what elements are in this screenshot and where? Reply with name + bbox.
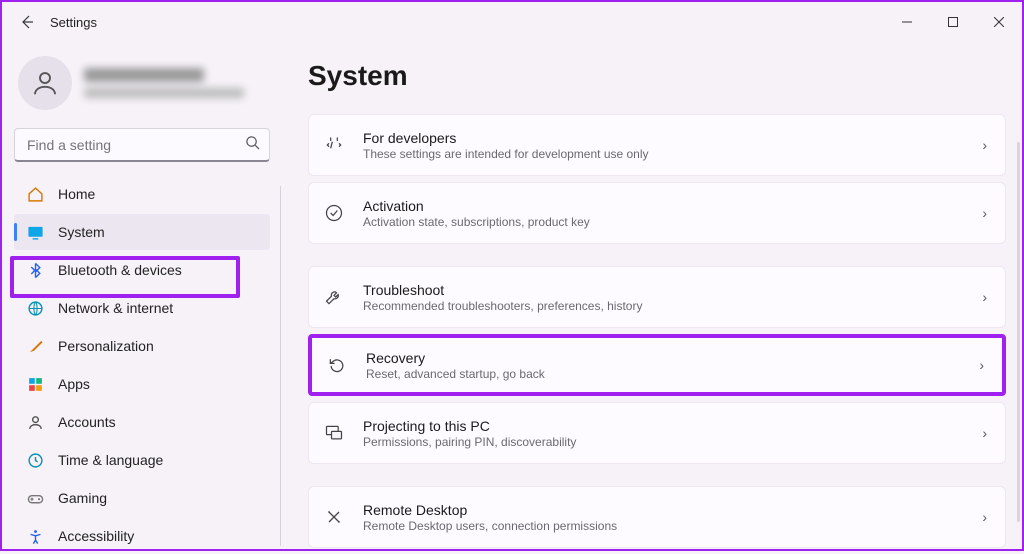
maximize-button[interactable] bbox=[930, 2, 976, 42]
nav-network[interactable]: Network & internet bbox=[14, 290, 270, 326]
person-icon bbox=[30, 68, 60, 98]
card-remote-desktop[interactable]: Remote Desktop Remote Desktop users, con… bbox=[308, 486, 1006, 548]
apps-icon bbox=[26, 375, 44, 393]
accounts-icon bbox=[26, 413, 44, 431]
nav-label: Gaming bbox=[58, 490, 107, 506]
remote-icon bbox=[323, 506, 345, 528]
nav-label: Accessibility bbox=[58, 528, 134, 544]
maximize-icon bbox=[948, 17, 958, 27]
nav-system[interactable]: System bbox=[14, 214, 270, 250]
checkmark-circle-icon bbox=[323, 202, 345, 224]
card-title: Remote Desktop bbox=[363, 502, 964, 518]
card-recovery[interactable]: Recovery Reset, advanced startup, go bac… bbox=[308, 334, 1006, 396]
avatar bbox=[18, 56, 72, 110]
nav-label: Accounts bbox=[58, 414, 116, 430]
main-content: System For developers These settings are… bbox=[282, 42, 1022, 549]
nav-label: System bbox=[58, 224, 105, 240]
card-title: For developers bbox=[363, 130, 964, 146]
nav-list: Home System Bluetooth & devices Network … bbox=[14, 176, 270, 554]
search-input[interactable] bbox=[14, 128, 270, 162]
search-wrap bbox=[14, 128, 270, 162]
scrollbar[interactable] bbox=[1017, 142, 1020, 522]
chevron-right-icon: › bbox=[982, 137, 987, 153]
nav-label: Time & language bbox=[58, 452, 163, 468]
minimize-button[interactable] bbox=[884, 2, 930, 42]
card-title: Troubleshoot bbox=[363, 282, 964, 298]
nav-accessibility[interactable]: Accessibility bbox=[14, 518, 270, 554]
recovery-icon bbox=[326, 354, 348, 376]
card-subtitle: Permissions, pairing PIN, discoverabilit… bbox=[363, 435, 964, 449]
card-for-developers[interactable]: For developers These settings are intend… bbox=[308, 114, 1006, 176]
bluetooth-icon bbox=[26, 261, 44, 279]
nav-label: Home bbox=[58, 186, 95, 202]
card-title: Projecting to this PC bbox=[363, 418, 964, 434]
nav-apps[interactable]: Apps bbox=[14, 366, 270, 402]
home-icon bbox=[26, 185, 44, 203]
titlebar: Settings bbox=[2, 2, 1022, 42]
paintbrush-icon bbox=[26, 337, 44, 355]
page-title: System bbox=[308, 60, 1006, 92]
nav-label: Personalization bbox=[58, 338, 154, 354]
chevron-right-icon: › bbox=[982, 205, 987, 221]
card-projecting[interactable]: Projecting to this PC Permissions, pairi… bbox=[308, 402, 1006, 464]
account-name-redacted bbox=[84, 68, 244, 98]
chevron-right-icon: › bbox=[979, 357, 984, 373]
nav-label: Apps bbox=[58, 376, 90, 392]
card-subtitle: Activation state, subscriptions, product… bbox=[363, 215, 964, 229]
back-button[interactable] bbox=[12, 7, 42, 37]
card-subtitle: These settings are intended for developm… bbox=[363, 147, 964, 161]
nav-personalization[interactable]: Personalization bbox=[14, 328, 270, 364]
accessibility-icon bbox=[26, 527, 44, 545]
clock-icon bbox=[26, 451, 44, 469]
account-header[interactable] bbox=[14, 50, 270, 128]
developer-icon bbox=[323, 134, 345, 156]
sidebar: Home System Bluetooth & devices Network … bbox=[2, 42, 282, 549]
network-icon bbox=[26, 299, 44, 317]
window-controls bbox=[884, 2, 1022, 42]
card-subtitle: Recommended troubleshooters, preferences… bbox=[363, 299, 964, 313]
gaming-icon bbox=[26, 489, 44, 507]
settings-list: For developers These settings are intend… bbox=[308, 114, 1006, 549]
projecting-icon bbox=[323, 422, 345, 444]
nav-label: Network & internet bbox=[58, 300, 173, 316]
nav-gaming[interactable]: Gaming bbox=[14, 480, 270, 516]
card-title: Recovery bbox=[366, 350, 961, 366]
nav-accounts[interactable]: Accounts bbox=[14, 404, 270, 440]
sidebar-divider bbox=[280, 186, 281, 546]
close-icon bbox=[994, 17, 1004, 27]
card-subtitle: Reset, advanced startup, go back bbox=[366, 367, 961, 381]
chevron-right-icon: › bbox=[982, 509, 987, 525]
chevron-right-icon: › bbox=[982, 289, 987, 305]
wrench-icon bbox=[323, 286, 345, 308]
nav-bluetooth[interactable]: Bluetooth & devices bbox=[14, 252, 270, 288]
chevron-right-icon: › bbox=[982, 425, 987, 441]
card-activation[interactable]: Activation Activation state, subscriptio… bbox=[308, 182, 1006, 244]
card-subtitle: Remote Desktop users, connection permiss… bbox=[363, 519, 964, 533]
card-title: Activation bbox=[363, 198, 964, 214]
nav-home[interactable]: Home bbox=[14, 176, 270, 212]
card-troubleshoot[interactable]: Troubleshoot Recommended troubleshooters… bbox=[308, 266, 1006, 328]
nav-time[interactable]: Time & language bbox=[14, 442, 270, 478]
system-icon bbox=[26, 223, 44, 241]
minimize-icon bbox=[902, 17, 912, 27]
arrow-left-icon bbox=[19, 14, 35, 30]
nav-label: Bluetooth & devices bbox=[58, 262, 182, 278]
close-button[interactable] bbox=[976, 2, 1022, 42]
window-title: Settings bbox=[50, 15, 97, 30]
